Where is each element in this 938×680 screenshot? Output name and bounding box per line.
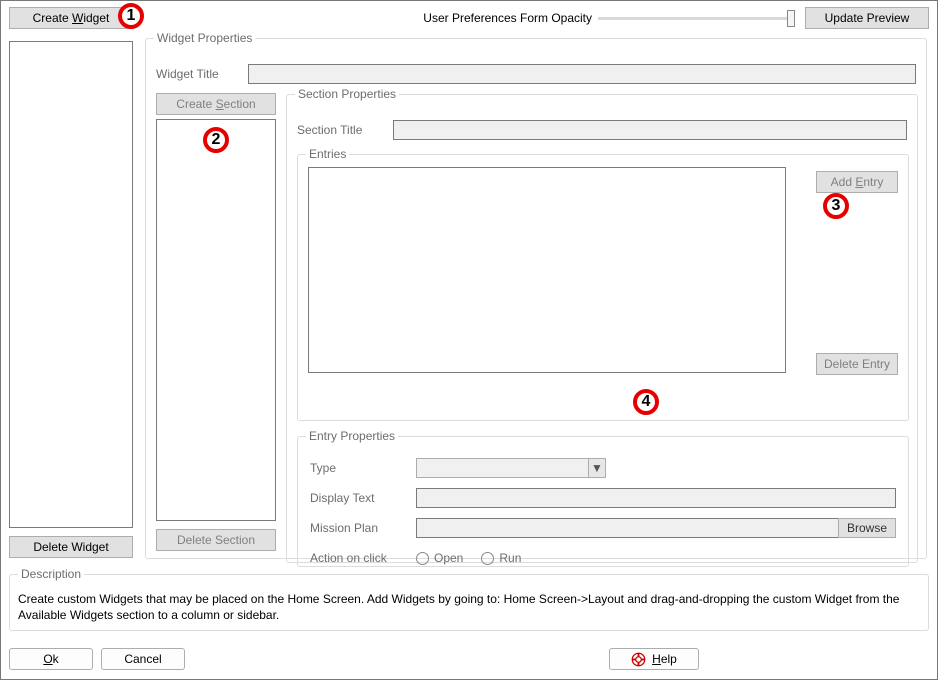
annotation-marker-4: 4 [633, 389, 659, 415]
annotation-marker-3: 3 [823, 193, 849, 219]
delete-entry-button[interactable]: Delete Entry [816, 353, 898, 375]
run-radio[interactable]: Run [481, 551, 521, 565]
description-group: Description Create custom Widgets that m… [9, 567, 929, 631]
create-section-button[interactable]: Create Section [156, 93, 276, 115]
open-radio-label: Open [434, 551, 463, 565]
type-combo[interactable]: ▼ [416, 458, 606, 478]
widget-title-label: Widget Title [156, 67, 248, 81]
type-combo-input[interactable] [416, 458, 588, 478]
action-on-click-label: Action on click [310, 551, 416, 565]
radio-icon [481, 552, 494, 565]
description-text: Create custom Widgets that may be placed… [18, 591, 920, 623]
run-radio-label: Run [499, 551, 521, 565]
entries-legend: Entries [306, 147, 349, 161]
section-properties-legend: Section Properties [295, 87, 399, 101]
annotation-marker-2: 2 [203, 127, 229, 153]
section-title-input[interactable] [393, 120, 907, 140]
widget-properties-group: Widget Properties Widget Title Create Se… [145, 31, 927, 559]
opacity-label: User Preferences Form Opacity [423, 11, 592, 25]
widget-properties-legend: Widget Properties [154, 31, 255, 45]
opacity-slider-thumb[interactable] [787, 10, 795, 27]
add-entry-button[interactable]: Add Entry [816, 171, 898, 193]
type-label: Type [310, 461, 416, 475]
annotation-marker-1: 1 [118, 3, 144, 29]
widget-title-input[interactable] [248, 64, 916, 84]
section-list[interactable] [156, 119, 276, 521]
delete-widget-button[interactable]: Delete Widget [9, 536, 133, 558]
radio-icon [416, 552, 429, 565]
cancel-button[interactable]: Cancel [101, 648, 185, 670]
display-text-label: Display Text [310, 491, 416, 505]
ok-button[interactable]: Ok [9, 648, 93, 670]
entry-properties-group: Entry Properties Type ▼ Display Text Mis… [297, 429, 909, 567]
entries-group: Entries Add Entry Delete Entry [297, 147, 909, 421]
opacity-slider[interactable] [598, 17, 793, 20]
display-text-input[interactable] [416, 488, 896, 508]
life-ring-icon [631, 652, 646, 667]
mission-plan-input[interactable] [416, 518, 839, 538]
widget-list[interactable] [9, 41, 133, 528]
section-properties-group: Section Properties Section Title Entries… [286, 87, 918, 563]
delete-section-button[interactable]: Delete Section [156, 529, 276, 551]
section-title-label: Section Title [297, 123, 393, 137]
chevron-down-icon: ▼ [591, 461, 603, 475]
description-legend: Description [18, 567, 84, 581]
entries-list[interactable] [308, 167, 786, 373]
open-radio[interactable]: Open [416, 551, 463, 565]
browse-button[interactable]: Browse [838, 518, 896, 538]
update-preview-button[interactable]: Update Preview [805, 7, 929, 29]
create-widget-button[interactable]: Create Widget [9, 7, 133, 29]
help-button[interactable]: Help [609, 648, 699, 670]
type-combo-dropdown-button[interactable]: ▼ [588, 458, 606, 478]
entry-properties-legend: Entry Properties [306, 429, 398, 443]
mission-plan-label: Mission Plan [310, 521, 416, 535]
